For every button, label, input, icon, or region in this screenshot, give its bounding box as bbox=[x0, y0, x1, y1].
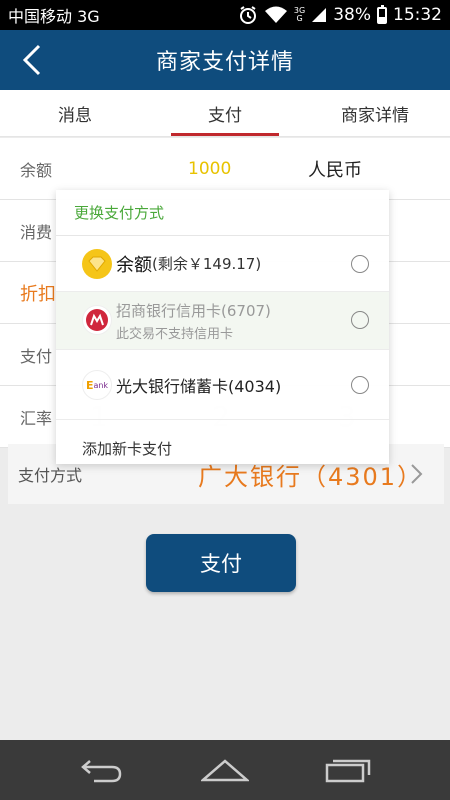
home-icon bbox=[200, 759, 249, 782]
option-cmb-label: 招商银行信用卡(6707) bbox=[116, 301, 271, 320]
wifi-icon bbox=[264, 6, 287, 23]
recent-apps-icon bbox=[326, 759, 371, 783]
add-new-card-button[interactable]: 添加新卡支付 bbox=[56, 420, 389, 476]
alarm-icon bbox=[239, 6, 256, 24]
back-arrow-icon bbox=[80, 760, 121, 783]
radio-ceb[interactable] bbox=[351, 376, 369, 394]
battery-icon bbox=[377, 4, 387, 24]
option-cmb-credit: 招商银行信用卡(6707) 此交易不支持信用卡 bbox=[56, 292, 389, 350]
option-balance[interactable]: 余额 (剩余￥149.17) bbox=[56, 236, 389, 292]
pay-button[interactable]: 支付 bbox=[146, 534, 296, 592]
radio-cmb bbox=[351, 311, 369, 329]
balance-icon bbox=[82, 249, 112, 279]
system-nav-bar bbox=[0, 740, 450, 800]
status-bar: 中国移动 3G 3G G 38% 15:32 bbox=[0, 0, 450, 30]
option-ceb-debit[interactable]: Eank 光大银行储蓄卡(4034) bbox=[56, 350, 389, 420]
tab-merchant-details[interactable]: 商家详情 bbox=[300, 90, 450, 136]
back-button[interactable] bbox=[14, 42, 50, 78]
clock: 15:32 bbox=[393, 5, 442, 25]
network-type-badge: 3G G bbox=[293, 6, 306, 23]
tab-bar: 消息 支付 商家详情 bbox=[0, 90, 450, 137]
option-balance-label: 余额 bbox=[116, 254, 152, 276]
payment-method-popup: 更换支付方式 余额 (剩余￥149.17) 招商银行信用卡(6707) 此交易不支… bbox=[56, 190, 389, 464]
balance-value: 1000 bbox=[188, 158, 232, 179]
nav-home-button[interactable] bbox=[195, 750, 255, 790]
title-bar: 商家支付详情 bbox=[0, 30, 450, 90]
chevron-right-icon bbox=[411, 464, 423, 484]
battery-percent: 38% bbox=[333, 5, 371, 25]
tab-pay[interactable]: 支付 bbox=[150, 90, 300, 136]
radio-balance[interactable] bbox=[351, 255, 369, 273]
tab-messages[interactable]: 消息 bbox=[0, 90, 150, 136]
signal-icon bbox=[312, 8, 327, 22]
popup-title: 更换支付方式 bbox=[56, 190, 389, 236]
option-cmb-note: 此交易不支持信用卡 bbox=[116, 326, 234, 342]
cmb-bank-icon bbox=[82, 305, 112, 335]
chevron-left-icon bbox=[22, 44, 41, 76]
nav-back-button[interactable] bbox=[72, 750, 132, 790]
status-icons: 3G G 38% 15:32 bbox=[238, 4, 442, 25]
balance-label: 余额 bbox=[20, 160, 53, 180]
nav-recent-button[interactable] bbox=[318, 750, 378, 790]
option-balance-remaining: (剩余￥149.17) bbox=[152, 255, 262, 273]
option-ceb-label: 光大银行储蓄卡(4034) bbox=[116, 376, 282, 396]
page-title: 商家支付详情 bbox=[155, 50, 294, 75]
carrier-label: 中国移动 3G bbox=[8, 7, 100, 26]
currency-label[interactable]: 人民币 bbox=[308, 156, 362, 182]
ceb-bank-icon: Eank bbox=[82, 370, 112, 400]
